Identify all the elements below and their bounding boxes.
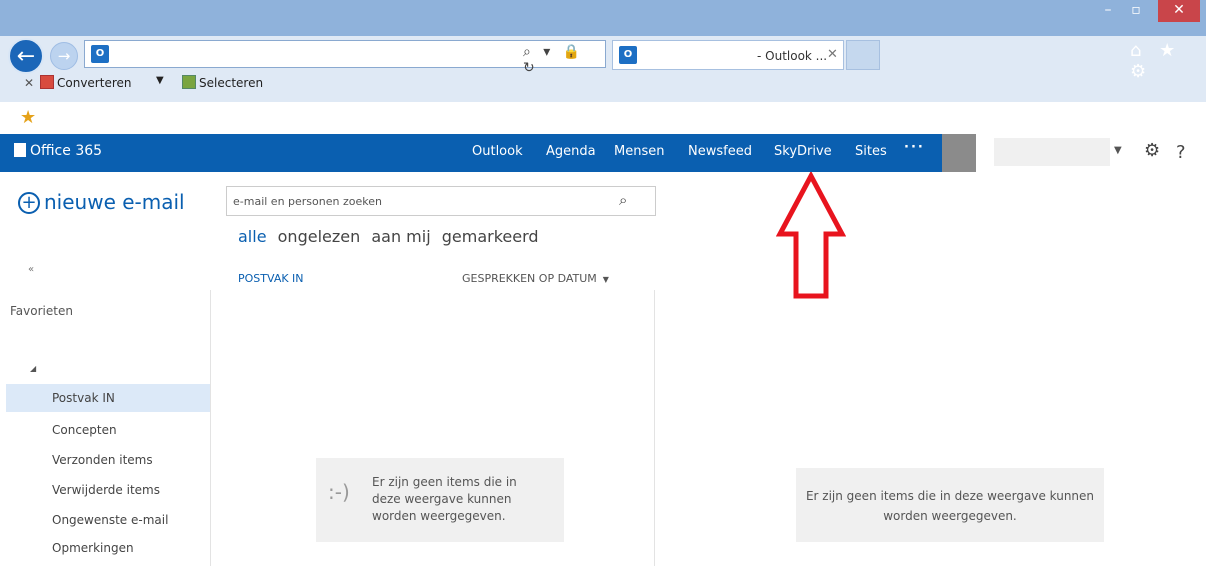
empty-message-list: :-) Er zijn geen items die in deze weerg… <box>316 458 564 542</box>
empty-reading-pane: Er zijn geen items die in deze weergave … <box>796 468 1104 542</box>
folder-drafts[interactable]: Concepten <box>6 416 210 444</box>
add-favorite-star-icon[interactable]: ★ <box>20 107 36 128</box>
folder-inbox[interactable]: Postvak IN <box>6 384 210 412</box>
user-dropdown-icon[interactable]: ▼ <box>1114 145 1122 156</box>
nav-agenda[interactable]: Agenda <box>546 144 596 159</box>
back-button[interactable]: ← <box>8 38 44 74</box>
empty-list-text: Er zijn geen items die in deze weergave … <box>372 475 517 523</box>
office365-logo-label: Office 365 <box>30 143 103 159</box>
outlook-tab-icon: O <box>619 46 637 64</box>
search-input[interactable] <box>233 191 613 211</box>
new-mail-label: nieuwe e-mail <box>44 190 185 214</box>
browser-tab-outlook[interactable]: O - Outlook ... ✕ <box>612 40 844 70</box>
user-name[interactable] <box>994 138 1110 166</box>
plus-circle-icon: + <box>18 192 40 214</box>
convert-dropdown-icon[interactable]: ▼ <box>156 75 164 86</box>
maximize-button[interactable]: ▫ <box>1122 0 1150 22</box>
close-window-button[interactable]: ✕ <box>1158 0 1200 22</box>
convert-label: Converteren <box>57 76 132 90</box>
folder-notes[interactable]: Opmerkingen <box>6 534 210 562</box>
search-icon[interactable]: ⌕ <box>619 191 627 209</box>
nav-more-button[interactable]: ··· <box>904 140 925 155</box>
select-button[interactable]: Selecteren <box>182 75 263 90</box>
collapse-folders-button[interactable]: « <box>28 264 34 275</box>
filter-all[interactable]: alle <box>238 227 267 246</box>
filter-unread[interactable]: ongelezen <box>278 227 361 246</box>
mail-filters: alle ongelezen aan mij gemarkeerd <box>238 227 545 246</box>
smiley-icon: :-) <box>328 480 350 504</box>
user-menu: ▼ ⚙ ? <box>976 134 1206 172</box>
browser-chrome: – ▫ ✕ ← → O ⌕ ▾ 🔒 ↻ O - Outlook ... ✕ ⌂ … <box>0 0 1206 102</box>
command-bar: ✕ Converteren ▼ Selecteren <box>0 74 1206 96</box>
help-icon[interactable]: ? <box>1176 142 1186 163</box>
arrow-left-icon: ← <box>16 44 36 69</box>
folder-title: POSTVAK IN <box>238 272 304 285</box>
red-up-arrow-annotation <box>776 172 846 299</box>
new-mail-button[interactable]: + nieuwe e-mail <box>18 190 185 214</box>
nav-newsfeed[interactable]: Newsfeed <box>688 144 752 159</box>
select-icon <box>182 75 196 89</box>
outlook-site-icon: O <box>91 45 109 63</box>
chevron-down-icon: ▼ <box>602 275 609 284</box>
tab-title: - Outlook ... <box>757 49 828 63</box>
nav-skydrive[interactable]: SkyDrive <box>774 144 832 159</box>
folder-sent[interactable]: Verzonden items <box>6 446 210 474</box>
sort-conversations-by-date[interactable]: GESPREKKEN OP DATUM ▼ <box>462 272 609 285</box>
mail-search: ⌕ <box>226 186 656 216</box>
nav-mensen[interactable]: Mensen <box>614 144 664 159</box>
address-tools[interactable]: ⌕ ▾ 🔒 ↻ <box>523 44 605 76</box>
select-label: Selecteren <box>199 76 264 90</box>
nav-sites[interactable]: Sites <box>855 144 887 159</box>
expand-triangle-icon[interactable]: ◢ <box>30 364 36 373</box>
sort-label: GESPREKKEN OP DATUM <box>462 272 597 285</box>
folder-deleted[interactable]: Verwijderde items <box>6 476 210 504</box>
office-logo-icon <box>14 143 26 157</box>
divider <box>654 290 655 566</box>
office365-logo[interactable]: Office 365 <box>14 143 102 159</box>
favorites-heading[interactable]: Favorieten <box>10 304 73 318</box>
nav-outlook[interactable]: Outlook <box>472 144 523 159</box>
user-avatar[interactable] <box>942 134 976 172</box>
new-tab-button[interactable] <box>846 40 880 70</box>
convert-button[interactable]: Converteren <box>40 75 132 90</box>
address-bar[interactable]: O ⌕ ▾ 🔒 ↻ <box>84 40 606 76</box>
folder-junk[interactable]: Ongewenste e-mail <box>6 506 210 534</box>
minimize-button[interactable]: – <box>1094 0 1122 22</box>
filter-to-me[interactable]: aan mij <box>371 227 430 246</box>
favorites-bar: ★ <box>0 102 1206 132</box>
divider <box>210 290 211 566</box>
tab-close-icon[interactable]: ✕ <box>827 47 838 62</box>
browser-title-strip <box>0 0 1206 36</box>
gear-icon[interactable]: ⚙ <box>1144 140 1160 161</box>
arrow-right-icon: → <box>57 47 71 65</box>
pdf-icon <box>40 75 54 89</box>
filter-flagged[interactable]: gemarkeerd <box>442 227 539 246</box>
office365-header: Office 365 Outlook Agenda Mensen Newsfee… <box>0 134 1206 172</box>
command-bar-close-icon[interactable]: ✕ <box>24 76 34 90</box>
forward-button[interactable]: → <box>50 42 78 70</box>
